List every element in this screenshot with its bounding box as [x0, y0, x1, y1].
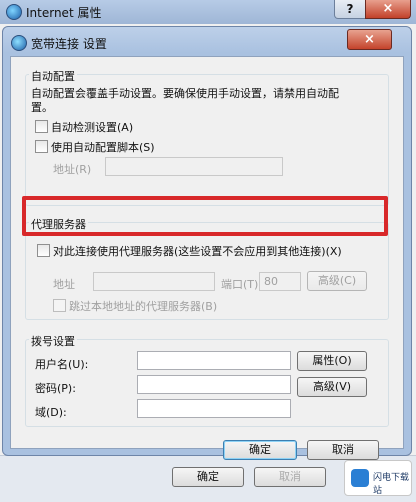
auto-config-description-cont: 置。 [31, 101, 53, 114]
proxy-advanced-button[interactable]: 高级(C) [307, 271, 367, 291]
watermark-logo: 闪电下载站 [344, 460, 412, 496]
auto-script-address-label: 地址(R) [53, 163, 92, 176]
download-site-icon [351, 469, 369, 487]
auto-config-group-label: 自动配置 [29, 68, 77, 84]
network-icon [11, 35, 27, 51]
help-icon[interactable]: ? [334, 0, 366, 19]
auto-detect-checkbox[interactable] [35, 120, 48, 133]
use-auto-script-label: 使用自动配置脚本(S) [51, 141, 155, 154]
domain-input[interactable] [137, 399, 291, 418]
cancel-button[interactable]: 取消 [307, 440, 379, 460]
use-auto-script-checkbox[interactable] [35, 140, 48, 153]
internet-globe-icon [6, 4, 22, 20]
bypass-local-checkbox[interactable] [53, 299, 66, 312]
dialup-advanced-button[interactable]: 高级(V) [297, 377, 367, 397]
proxy-address-input[interactable] [93, 272, 215, 291]
ok-button[interactable]: 确定 [223, 440, 297, 460]
password-label: 密码(P): [35, 382, 76, 395]
use-proxy-label: 对此连接使用代理服务器(这些设置不会应用到其他连接)(X) [53, 245, 342, 258]
properties-button[interactable]: 属性(O) [297, 351, 367, 371]
password-input[interactable] [137, 375, 291, 394]
domain-label: 域(D): [35, 406, 67, 419]
proxy-address-label: 地址 [53, 278, 75, 291]
proxy-port-label: 端口(T): [221, 278, 263, 291]
username-input[interactable] [137, 351, 291, 370]
use-proxy-checkbox[interactable] [37, 244, 50, 257]
dialog-title: 宽带连接 设置 [31, 37, 107, 51]
auto-config-description: 自动配置会覆盖手动设置。要确保使用手动设置，请禁用自动配 [31, 87, 339, 100]
connection-settings-dialog: 宽带连接 设置 × 自动配置 自动配置会覆盖手动设置。要确保使用手动设置，请禁用… [2, 26, 412, 460]
dialog-close-icon[interactable]: × [347, 29, 392, 50]
dialog-client-area: 自动配置 自动配置会覆盖手动设置。要确保使用手动设置，请禁用自动配 置。 自动检… [10, 56, 404, 460]
auto-detect-label: 自动检测设置(A) [51, 121, 134, 134]
watermark-text: 闪电下载站 [373, 473, 410, 496]
outer-window-title: Internet 属性 [26, 6, 102, 20]
username-label: 用户名(U): [35, 358, 89, 371]
highlight-annotation-box [22, 196, 388, 236]
auto-script-address-input[interactable] [105, 157, 283, 176]
dialup-group-label: 拨号设置 [29, 333, 77, 349]
outer-close-icon[interactable]: × [365, 0, 411, 19]
outer-ok-button[interactable]: 确定 [172, 467, 244, 487]
outer-title-bar: Internet 属性 ? × [0, 0, 416, 24]
bypass-local-label: 跳过本地地址的代理服务器(B) [69, 300, 218, 313]
proxy-port-input[interactable]: 80 [259, 272, 301, 291]
outer-cancel-button[interactable]: 取消 [254, 467, 326, 487]
